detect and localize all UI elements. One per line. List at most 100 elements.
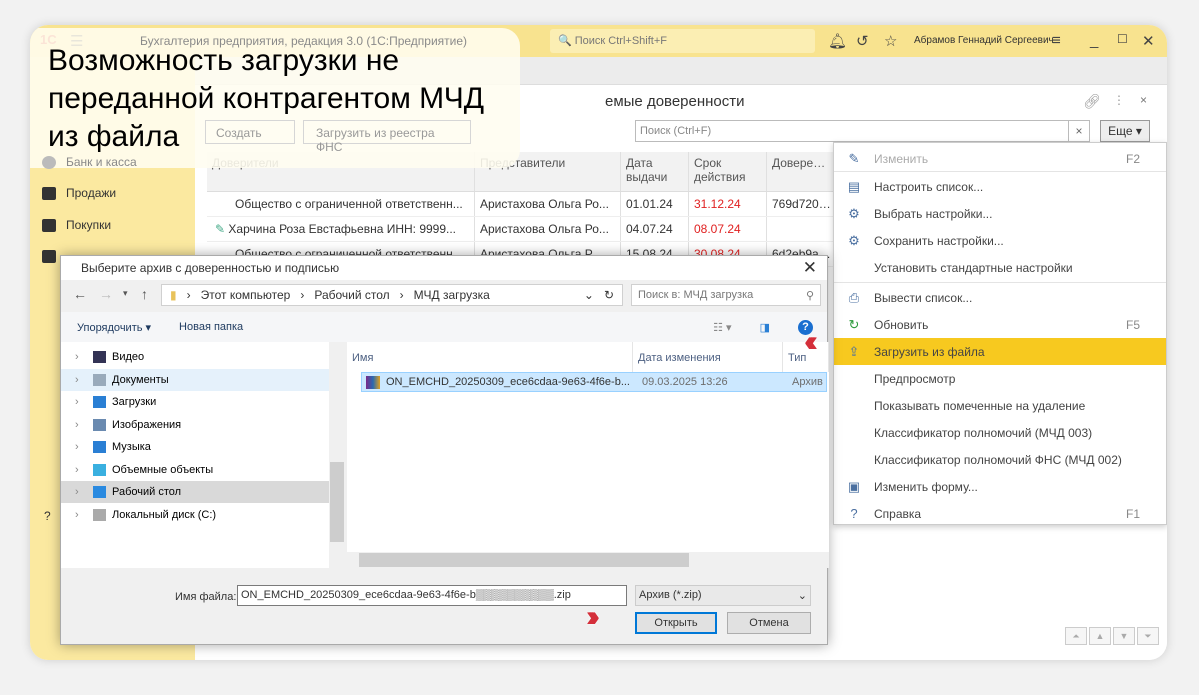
- folder-tree-item[interactable]: › Изображения: [61, 414, 329, 436]
- filename-input[interactable]: ON_EMCHD_20250309_ece6cdaa-9e63-4f6e-b▒▒…: [237, 585, 627, 606]
- folder-tree-item[interactable]: › Загрузки: [61, 391, 329, 413]
- dialog-search-input[interactable]: Поиск в: МЧД загрузка ⚲: [631, 284, 821, 306]
- tree-scrollbar[interactable]: [329, 342, 345, 568]
- breadcrumb-item[interactable]: Рабочий стол: [314, 288, 389, 302]
- first-icon[interactable]: ⏶: [1065, 627, 1087, 645]
- column-header[interactable]: Срок действия: [689, 152, 767, 191]
- warehouse-icon[interactable]: [42, 250, 56, 263]
- user-name[interactable]: Абрамов Геннадий Сергеевич: [914, 35, 1054, 46]
- down-icon[interactable]: ▼: [1113, 627, 1135, 645]
- load-registry-button[interactable]: Загрузить из реестра ФНС: [303, 120, 471, 154]
- form-close-icon[interactable]: ×: [1140, 93, 1147, 107]
- sidebar-item-purchases[interactable]: Покупки: [42, 218, 111, 232]
- list-search-input[interactable]: Поиск (Ctrl+F): [635, 120, 1090, 142]
- chevron-right-icon[interactable]: ›: [75, 464, 87, 476]
- column-header[interactable]: Доверители: [207, 152, 475, 191]
- folder-tree-item[interactable]: › Документы: [61, 368, 329, 391]
- folder-tree-item[interactable]: › Музыка: [61, 436, 329, 458]
- link-icon[interactable]: 🔗︎: [1083, 93, 1101, 110]
- more-vert-icon[interactable]: ⋮: [1113, 93, 1125, 107]
- menu-item[interactable]: ⎙ Вывести список...: [834, 284, 1166, 311]
- menu-item[interactable]: ▤ Настроить список...: [834, 173, 1166, 200]
- column-header[interactable]: Дата выдачи: [621, 152, 689, 191]
- view-icon[interactable]: ☷ ▾: [713, 321, 731, 334]
- menu-icon[interactable]: ☰: [70, 32, 83, 50]
- cell: Аристахова Ольга Ро...: [475, 217, 621, 241]
- forward-icon[interactable]: →: [99, 286, 113, 302]
- column-header[interactable]: Представители: [475, 152, 621, 191]
- menu-item[interactable]: Классификатор полномочий (МЧД 003): [834, 419, 1166, 446]
- cell: 08.07.24: [689, 217, 767, 241]
- menu-item[interactable]: ⚙ Сохранить настройки...: [834, 227, 1166, 254]
- filetype-select[interactable]: Архив (*.zip) ⌄: [635, 585, 811, 606]
- create-button[interactable]: Создать: [205, 120, 295, 144]
- chevron-right-icon[interactable]: ›: [75, 374, 87, 386]
- menu-item[interactable]: ▣ Изменить форму...: [834, 473, 1166, 500]
- menu-item-label: Изменить: [874, 151, 929, 166]
- cell: Общество с ограниченной ответственн...: [207, 192, 475, 216]
- open-button[interactable]: Открыть: [635, 612, 717, 634]
- star-icon[interactable]: ☆: [884, 32, 897, 50]
- dialog-close-icon[interactable]: ✕: [803, 258, 817, 278]
- organize-button[interactable]: Упорядочить ▾: [77, 321, 151, 334]
- file-row[interactable]: ON_EMCHD_20250309_ece6cdaa-9e63-4f6e-b..…: [361, 372, 827, 392]
- menu-item[interactable]: ? Справка F1: [834, 500, 1166, 527]
- breadcrumb-item[interactable]: МЧД загрузка: [414, 288, 490, 302]
- clear-search-button[interactable]: ×: [1068, 120, 1090, 142]
- chevron-right-icon[interactable]: ›: [75, 486, 87, 498]
- settings-menu-icon[interactable]: ≡: [1052, 32, 1061, 49]
- list-nav-buttons: ⏶ ▲ ▼ ⏷: [1065, 627, 1159, 645]
- chevron-down-icon[interactable]: ⌄: [584, 288, 594, 302]
- recent-icon[interactable]: ▾: [123, 288, 128, 299]
- global-search-input[interactable]: 🔍 Поиск Ctrl+Shift+F: [550, 29, 815, 53]
- cancel-button[interactable]: Отмена: [727, 612, 811, 634]
- menu-item[interactable]: ⚙ Выбрать настройки...: [834, 200, 1166, 227]
- chevron-right-icon[interactable]: ›: [75, 441, 87, 453]
- more-button[interactable]: Еще ▾: [1100, 120, 1150, 142]
- maximize-icon[interactable]: ☐: [1117, 32, 1128, 46]
- folder-tree-item[interactable]: › Рабочий стол: [61, 481, 329, 503]
- new-folder-button[interactable]: Новая папка: [179, 321, 243, 333]
- form-icon: ▣: [847, 478, 861, 494]
- breadcrumb-item[interactable]: Этот компьютер: [201, 288, 291, 302]
- sidebar-item-label: Продажи: [66, 186, 117, 200]
- column-header[interactable]: Тип: [783, 342, 829, 372]
- preview-pane-icon[interactable]: ◨: [760, 321, 770, 334]
- menu-item[interactable]: Предпросмотр: [834, 365, 1166, 392]
- bell-icon[interactable]: 🔔︎: [828, 32, 847, 50]
- menu-item[interactable]: ⇪ Загрузить из файла: [834, 338, 1166, 365]
- close-icon[interactable]: ✕: [1142, 32, 1155, 50]
- column-header[interactable]: Имя: [347, 342, 633, 372]
- table-row[interactable]: ✎ Харчина Роза Евстафьевна ИНН: 9999... А…: [207, 217, 837, 242]
- help-icon[interactable]: ?: [798, 319, 813, 335]
- refresh-icon[interactable]: ↻: [604, 288, 614, 302]
- back-icon[interactable]: ←: [73, 286, 87, 302]
- chevron-right-icon[interactable]: ›: [75, 351, 87, 363]
- more-menu: ✎ Изменить F2 ▤ Настроить список... ⚙ Выбрать …: [833, 142, 1167, 525]
- up-folder-icon[interactable]: ↑: [141, 286, 148, 302]
- chevron-right-icon[interactable]: ›: [75, 509, 87, 521]
- menu-item[interactable]: ↻ Обновить F5: [834, 311, 1166, 338]
- last-icon[interactable]: ⏷: [1137, 627, 1159, 645]
- sidebar-item-sales[interactable]: Продажи: [42, 186, 116, 200]
- history-icon[interactable]: ↺: [856, 32, 869, 50]
- column-header[interactable]: Доверенность: [767, 152, 837, 191]
- column-header[interactable]: Дата изменения: [633, 342, 783, 372]
- file-list-scrollbar[interactable]: [347, 552, 829, 568]
- chevron-right-icon[interactable]: ›: [75, 396, 87, 408]
- chevron-right-icon[interactable]: ›: [75, 419, 87, 431]
- menu-item[interactable]: Установить стандартные настройки: [834, 254, 1166, 281]
- sidebar-item-bank[interactable]: Банк и касса: [42, 155, 137, 169]
- menu-item[interactable]: ✎ Изменить F2: [834, 145, 1166, 172]
- folder-tree-item[interactable]: › Объемные объекты: [61, 459, 329, 481]
- address-bar[interactable]: ▮ › Этот компьютер › Рабочий стол › МЧД заг…: [161, 284, 623, 306]
- menu-item[interactable]: Показывать помеченные на удаление: [834, 392, 1166, 419]
- up-icon[interactable]: ▲: [1089, 627, 1111, 645]
- menu-item[interactable]: Классификатор полномочий ФНС (МЧД 002): [834, 446, 1166, 473]
- help-icon[interactable]: ?: [44, 509, 51, 523]
- menu-item-label: Настроить список...: [874, 179, 984, 194]
- folder-tree-item[interactable]: › Локальный диск (C:): [61, 504, 329, 526]
- folder-tree-item[interactable]: › Видео: [61, 346, 329, 368]
- table-row[interactable]: Общество с ограниченной ответственн... Ар…: [207, 192, 837, 217]
- minimize-icon[interactable]: _: [1090, 32, 1098, 49]
